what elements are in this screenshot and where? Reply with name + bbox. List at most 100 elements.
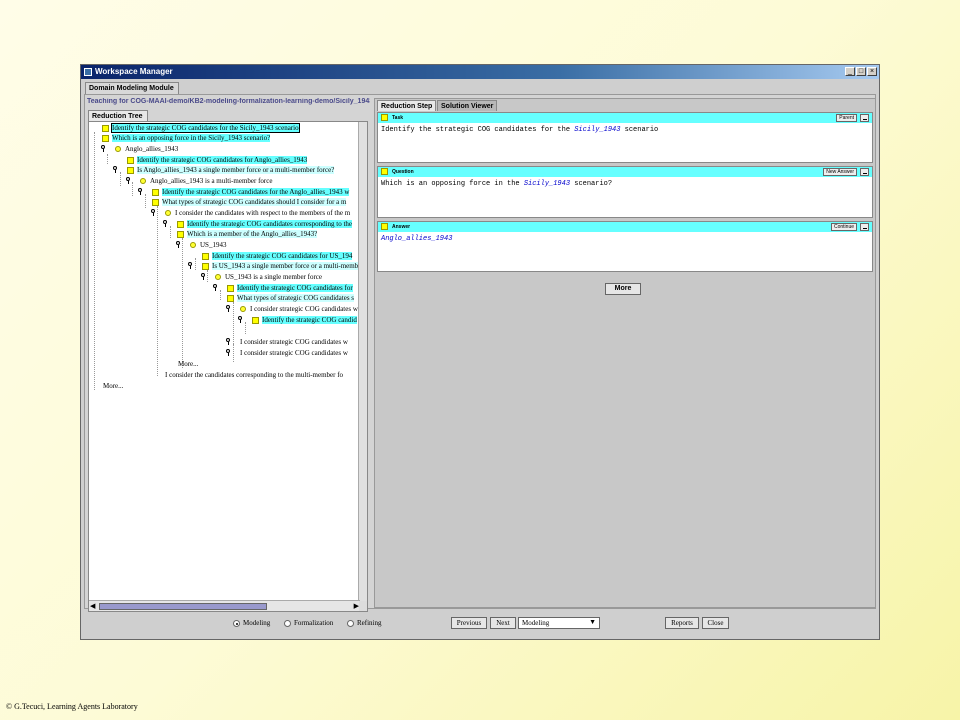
- minimize-question-button[interactable]: [860, 168, 869, 176]
- answer-box: Answer Continue Anglo_allies_1943: [377, 221, 873, 272]
- reports-button[interactable]: Reports: [665, 617, 699, 629]
- task-box: Task Parent Identify the strategic COG c…: [377, 112, 873, 163]
- answer-header: Answer Continue: [378, 222, 872, 232]
- tree-node-task[interactable]: Identify the strategic COG candidates fo…: [213, 283, 353, 293]
- answer-text: Anglo_allies_1943: [381, 235, 453, 243]
- minimize-button[interactable]: _: [845, 67, 855, 76]
- question-square-icon: [127, 166, 134, 174]
- tree-node-task[interactable]: Identify the strategic COG candidates co…: [163, 219, 353, 229]
- tree-node-answer[interactable]: I consider strategic COG candidates w: [226, 304, 358, 314]
- question-box: Question New Answer Which is an opposing…: [377, 166, 873, 218]
- answer-circle-icon: [165, 210, 171, 217]
- tree-more-link[interactable]: More...: [178, 359, 198, 369]
- tree-node-answer[interactable]: Anglo_allies_1943: [101, 144, 178, 154]
- tab-solution-viewer[interactable]: Solution Viewer: [437, 100, 498, 111]
- task-square-icon: [252, 316, 259, 324]
- answer-square-icon: [381, 223, 388, 230]
- tree-node-question[interactable]: What types of strategic COG candidates s: [227, 293, 355, 303]
- workspace-manager-window: Workspace Manager _ □ × Domain Modeling …: [80, 64, 880, 640]
- pin-icon: [188, 262, 192, 269]
- kb-path: Teaching for COG-MAAI-demo/KB2-modeling-…: [87, 98, 370, 105]
- more-button[interactable]: More: [605, 283, 641, 295]
- tree-node-task[interactable]: Identify the strategic COG candidates fo…: [138, 187, 350, 197]
- pin-icon: [163, 220, 167, 227]
- reduction-tree-panel: Reduction Tree Identify the strategic CO…: [86, 109, 368, 612]
- tree-more-link[interactable]: More...: [103, 381, 123, 391]
- answer-circle-icon: [140, 178, 146, 185]
- tree-node-answer[interactable]: US_1943: [176, 240, 226, 250]
- question-label: Question: [392, 169, 414, 175]
- window-title: Workspace Manager: [95, 67, 173, 76]
- minimize-answer-button[interactable]: [860, 223, 869, 231]
- close-window-button[interactable]: ×: [867, 67, 877, 76]
- tree-node-answer[interactable]: I consider the candidates corresponding …: [165, 370, 343, 380]
- task-header: Task Parent: [378, 113, 872, 123]
- task-square-icon: [152, 188, 159, 196]
- pin-icon: [201, 273, 205, 280]
- tree-node-answer[interactable]: I consider strategic COG candidates w: [226, 337, 348, 347]
- close-button[interactable]: Close: [702, 617, 729, 629]
- pin-icon: [213, 284, 217, 291]
- tree-node-question[interactable]: Is Anglo_allies_1943 a single member for…: [113, 165, 335, 175]
- pin-icon: [176, 241, 180, 248]
- question-square-icon: [381, 168, 388, 175]
- tree-node-task[interactable]: Identify the strategic COG candidates fo…: [102, 123, 300, 133]
- question-square-icon: [177, 230, 184, 238]
- tab-reduction-step[interactable]: Reduction Step: [377, 100, 437, 111]
- tree-node-answer[interactable]: I consider strategic COG candidates w: [226, 348, 348, 358]
- module-content: Teaching for COG-MAAI-demo/KB2-modeling-…: [84, 94, 876, 612]
- tree-vertical-scrollbar[interactable]: [358, 122, 367, 601]
- pin-icon: [126, 177, 130, 184]
- pin-icon: [238, 316, 242, 323]
- task-label: Task: [392, 115, 404, 121]
- tree-node-task[interactable]: Identify the strategic COG candidates fo…: [127, 155, 308, 165]
- continue-button[interactable]: Continue: [830, 223, 857, 231]
- task-square-icon: [177, 220, 184, 228]
- radio-unselected-icon: [347, 619, 354, 627]
- tree-node-task[interactable]: Identify the strategic COG candidates fo…: [202, 251, 353, 261]
- question-square-icon: [227, 294, 234, 302]
- answer-circle-icon: [115, 146, 121, 153]
- new-answer-button[interactable]: New Answer: [823, 168, 857, 176]
- radio-formalization[interactable]: Formalization: [284, 619, 333, 628]
- pin-icon: [113, 166, 117, 173]
- app-icon: [84, 68, 92, 76]
- pin-icon: [226, 338, 230, 345]
- pin-icon: [151, 209, 155, 216]
- previous-button[interactable]: Previous: [451, 617, 487, 629]
- mode-select[interactable]: Modeling ▼: [518, 617, 600, 629]
- chevron-down-icon: ▼: [589, 619, 596, 626]
- pin-icon: [226, 349, 230, 356]
- tree-node-question[interactable]: Which is an opposing force in the Sicily…: [102, 133, 271, 143]
- tab-reduction-tree[interactable]: Reduction Tree: [88, 110, 148, 121]
- question-text: Which is an opposing force in the Sicily…: [381, 180, 613, 188]
- task-square-icon: [102, 124, 109, 132]
- radio-modeling[interactable]: Modeling: [233, 619, 270, 628]
- task-text: Identify the strategic COG candidates fo…: [381, 126, 659, 134]
- question-square-icon: [102, 134, 109, 142]
- tab-domain-modeling-module[interactable]: Domain Modeling Module: [85, 82, 179, 94]
- reduction-tree: Identify the strategic COG candidates fo…: [88, 121, 368, 612]
- tree-node-answer[interactable]: Anglo_allies_1943 is a multi-member forc…: [126, 176, 272, 186]
- maximize-button[interactable]: □: [856, 67, 866, 76]
- tree-node-question[interactable]: Which is a member of the Anglo_allies_19…: [177, 229, 318, 239]
- minimize-task-button[interactable]: [860, 114, 869, 122]
- answer-circle-icon: [240, 306, 246, 313]
- pin-icon: [226, 305, 230, 312]
- tree-node-answer[interactable]: US_1943 is a single member force: [201, 272, 322, 282]
- answer-circle-icon: [190, 242, 196, 249]
- task-square-icon: [202, 252, 209, 260]
- title-bar[interactable]: Workspace Manager _ □ ×: [81, 65, 879, 79]
- tree-node-question[interactable]: What types of strategic COG candidates s…: [152, 197, 347, 207]
- bottom-toolbar: Modeling Formalization Refining Previous…: [81, 609, 879, 639]
- radio-unselected-icon: [284, 619, 291, 627]
- parent-button[interactable]: Parent: [836, 114, 857, 122]
- tree-node-task[interactable]: Identify the strategic COG candid: [238, 315, 357, 325]
- tree-node-answer[interactable]: I consider the candidates with respect t…: [151, 208, 350, 218]
- radio-refining[interactable]: Refining: [347, 619, 382, 628]
- copyright-footer: © G.Tecuci, Learning Agents Laboratory: [6, 702, 138, 711]
- tree-node-question[interactable]: Is US_1943 a single member force or a mu…: [188, 261, 359, 271]
- next-button[interactable]: Next: [490, 617, 516, 629]
- question-header: Question New Answer: [378, 167, 872, 177]
- question-square-icon: [152, 198, 159, 206]
